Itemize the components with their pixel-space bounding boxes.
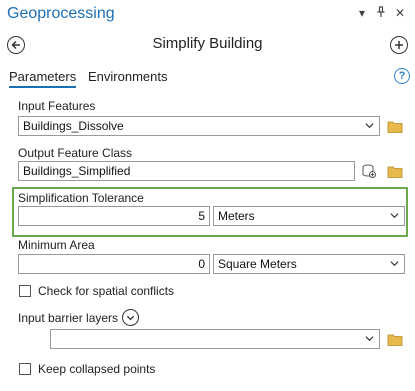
folder-icon[interactable] [387,165,403,178]
input-features-label: Input Features [18,99,96,113]
add-button[interactable] [390,36,408,54]
simplification-tolerance-input[interactable]: 5 [18,206,210,226]
simplification-tolerance-label: Simplification Tolerance [18,191,144,205]
folder-icon[interactable] [387,333,403,346]
pane-title: Geoprocessing [7,5,115,22]
spatial-conflicts-label: Check for spatial conflicts [38,284,175,298]
input-barrier-layers-label: Input barrier layers [18,311,119,325]
keep-collapsed-points-label: Keep collapsed points [38,362,156,376]
tolerance-unit-select[interactable]: Meters [213,206,405,226]
keep-collapsed-points-checkbox[interactable] [19,363,31,375]
chevron-down-icon [390,261,399,267]
input-features-value: Buildings_Dissolve [23,119,124,133]
minimum-area-label: Minimum Area [18,238,95,252]
area-unit-value: Square Meters [218,257,297,271]
chevron-down-icon [390,213,399,219]
folder-icon[interactable] [387,120,403,133]
output-feature-class-input[interactable]: Buildings_Simplified [18,161,355,181]
input-barrier-layers-select[interactable] [50,329,380,349]
tab-parameters[interactable]: Parameters [9,69,77,88]
chevron-down-icon [126,315,135,321]
help-icon[interactable]: ? [394,68,410,84]
area-unit-select[interactable]: Square Meters [213,254,405,274]
expand-button[interactable] [122,309,139,326]
geodatabase-icon[interactable] [361,163,377,179]
tool-title: Simplify Building [152,35,263,52]
output-feature-class-value: Buildings_Simplified [23,164,131,178]
pane-menu-icon[interactable]: ▾ [355,6,369,20]
minimum-area-input[interactable]: 0 [18,254,210,274]
tab-environments[interactable]: Environments [88,69,167,84]
chevron-down-icon [365,123,374,129]
input-features-select[interactable]: Buildings_Dissolve [18,116,380,136]
spatial-conflicts-checkbox[interactable] [19,285,31,297]
output-feature-class-label: Output Feature Class [18,146,133,160]
chevron-down-icon [365,336,374,342]
pin-icon[interactable] [374,6,388,21]
tolerance-unit-value: Meters [218,209,255,223]
plus-icon [395,41,403,49]
close-icon[interactable]: ✕ [393,6,407,20]
